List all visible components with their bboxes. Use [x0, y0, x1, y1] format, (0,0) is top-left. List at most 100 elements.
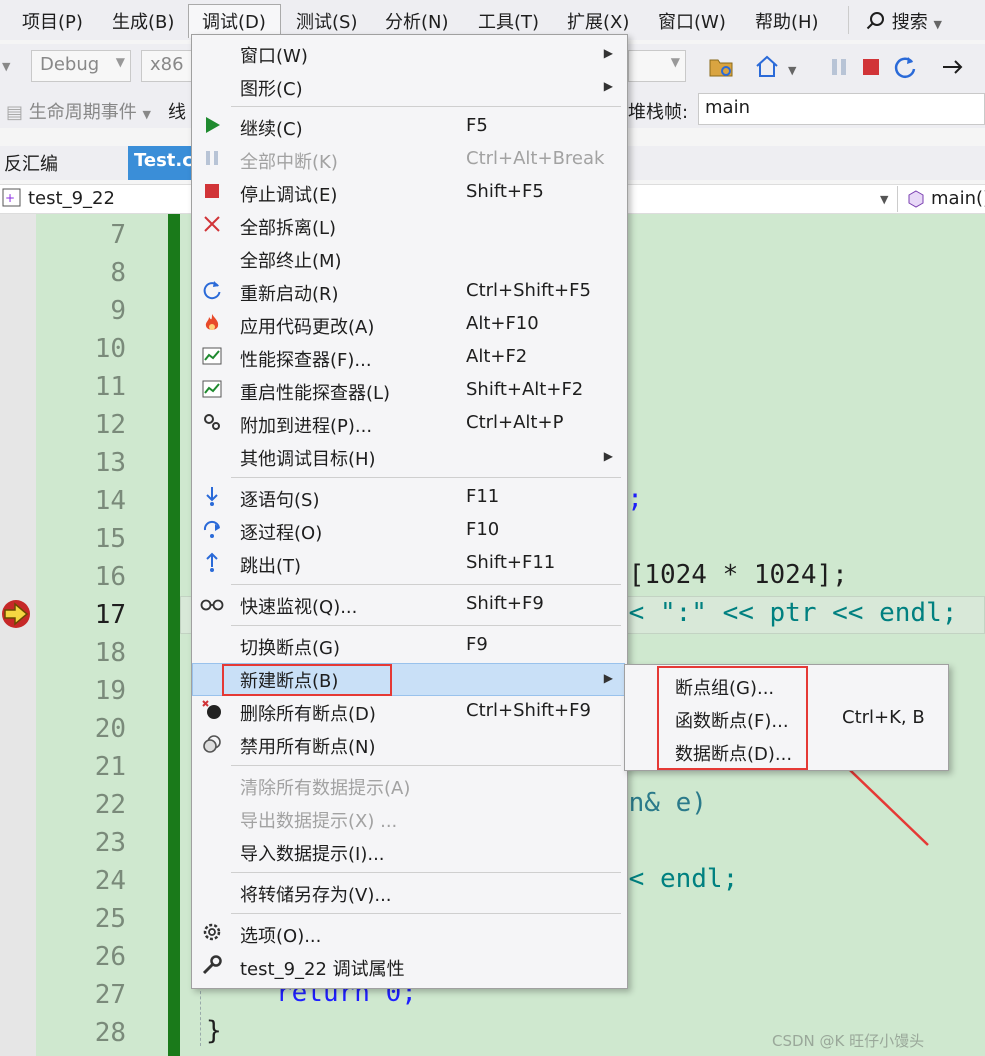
- menu-tools[interactable]: 工具(T): [478, 8, 539, 34]
- chevron-down-icon[interactable]: ▼: [788, 64, 796, 77]
- execution-pointer-icon: [0, 598, 34, 630]
- menu-item-relaunch-profiler[interactable]: 重启性能探查器(L) Shift+Alt+F2: [192, 374, 627, 407]
- menu-item-performance-profiler[interactable]: 性能探查器(F)... Alt+F2: [192, 341, 627, 374]
- pause-icon: [200, 147, 224, 171]
- show-next-statement-icon[interactable]: [940, 54, 966, 80]
- delete-breakpoints-icon: [200, 699, 224, 723]
- watermark: CSDN @K 旺仔小馒头: [772, 1032, 925, 1050]
- pause-icon[interactable]: [826, 54, 852, 80]
- process-combo[interactable]: ▼: [628, 50, 686, 82]
- menu-item-export-datatips[interactable]: 导出数据提示(X) ...: [192, 802, 627, 835]
- line-number: 8: [110, 258, 126, 288]
- menu-item-apply-code-changes[interactable]: 应用代码更改(A) Alt+F10: [192, 308, 627, 341]
- line-number: 17: [94, 600, 126, 630]
- glyph-margin[interactable]: [0, 214, 36, 1056]
- menu-item-label: 重启性能探查器(L): [240, 383, 391, 404]
- platform-value: x86: [150, 54, 184, 75]
- menu-build[interactable]: 生成(B): [112, 8, 174, 34]
- menu-item-step-into[interactable]: 逐语句(S) F11: [192, 481, 627, 514]
- line-number: 16: [94, 562, 126, 592]
- chevron-down-icon: ▼: [933, 18, 942, 31]
- glasses-icon: [200, 592, 224, 616]
- menu-item-import-datatips[interactable]: 导入数据提示(I)...: [192, 835, 627, 868]
- step-over-icon: [200, 518, 224, 542]
- menu-item-label: 导入数据提示(I)...: [240, 844, 385, 865]
- menu-item-label: 重新启动(R): [240, 284, 339, 305]
- menu-item-label: 快速监视(Q)...: [240, 597, 358, 618]
- menu-item-toggle-breakpoint[interactable]: 切换断点(G) F9: [192, 629, 627, 662]
- menu-item-shortcut: Shift+F5: [466, 181, 544, 202]
- profiler-icon: [200, 378, 224, 402]
- detach-x-icon: [200, 213, 224, 237]
- line-number: 12: [94, 410, 126, 440]
- menu-item-shortcut: F5: [466, 115, 488, 136]
- search-button[interactable]: 搜索 ▼: [866, 8, 942, 34]
- folder-icon[interactable]: [708, 54, 734, 80]
- menu-test[interactable]: 测试(S): [296, 8, 357, 34]
- line-number: 21: [94, 752, 126, 782]
- menu-project[interactable]: 项目(P): [22, 8, 83, 34]
- stop-icon[interactable]: [858, 54, 884, 80]
- restart-icon[interactable]: [892, 54, 918, 80]
- menu-item-label: 图形(C): [240, 79, 303, 100]
- chevron-right-icon: ▶: [603, 671, 613, 685]
- chevron-down-icon[interactable]: ▼: [2, 60, 10, 73]
- menu-item-stop-debugging[interactable]: 停止调试(E) Shift+F5: [192, 176, 627, 209]
- stackframe-combo[interactable]: main: [698, 93, 985, 125]
- menu-item-label: 清除所有数据提示(A): [240, 778, 411, 799]
- menu-separator: [231, 872, 621, 873]
- menu-window[interactable]: 窗口(W): [658, 8, 726, 34]
- menu-item-restart[interactable]: 重新启动(R) Ctrl+Shift+F5: [192, 275, 627, 308]
- menu-item-clear-datatips[interactable]: 清除所有数据提示(A): [192, 769, 627, 802]
- menu-item-step-over[interactable]: 逐过程(O) F10: [192, 514, 627, 547]
- menu-item-label: 继续(C): [240, 119, 303, 140]
- lifecycle-events-button[interactable]: ▤ 生命周期事件 ▼: [6, 98, 151, 124]
- stop-icon: [200, 180, 224, 204]
- menu-item-step-out[interactable]: 跳出(T) Shift+F11: [192, 547, 627, 580]
- annotation-box-new-breakpoint: [222, 664, 392, 696]
- menu-item-shortcut: Shift+Alt+F2: [466, 379, 584, 400]
- line-number: 15: [94, 524, 126, 554]
- menu-analyze[interactable]: 分析(N): [385, 8, 449, 34]
- menu-item-window[interactable]: 窗口(W) ▶: [192, 37, 627, 70]
- menu-item-shortcut: F9: [466, 634, 488, 655]
- menu-separator: [231, 765, 621, 766]
- home-icon[interactable]: [754, 54, 780, 80]
- menu-item-other-debug-targets[interactable]: 其他调试目标(H) ▶: [192, 440, 627, 473]
- flame-icon: [200, 312, 224, 336]
- line-number: 13: [94, 448, 126, 478]
- menu-item-disable-all-breakpoints[interactable]: 禁用所有断点(N): [192, 728, 627, 761]
- menu-item-detach-all[interactable]: 全部拆离(L): [192, 209, 627, 242]
- menu-item-label: 删除所有断点(D): [240, 704, 376, 725]
- menu-separator: [231, 477, 621, 478]
- line-number: 14: [94, 486, 126, 516]
- menu-item-shortcut: Alt+F2: [466, 346, 528, 367]
- menu-item-debug-properties[interactable]: test_9_22 调试属性: [192, 950, 627, 983]
- profiler-icon: [200, 345, 224, 369]
- platform-combo[interactable]: x86: [141, 50, 193, 82]
- config-combo[interactable]: Debug ▼: [31, 50, 131, 82]
- menu-item-break-all[interactable]: 全部中断(K) Ctrl+Alt+Break: [192, 143, 627, 176]
- menu-item-attach-to-process[interactable]: 附加到进程(P)... Ctrl+Alt+P: [192, 407, 627, 440]
- menu-item-label: 全部拆离(L): [240, 218, 337, 239]
- nav-function[interactable]: main(): [931, 188, 985, 209]
- submenu-function-breakpoint-shortcut: Ctrl+K, B: [842, 707, 925, 728]
- menu-extensions[interactable]: 扩展(X): [567, 8, 629, 34]
- menu-help[interactable]: 帮助(H): [755, 8, 819, 34]
- menu-item-quickwatch[interactable]: 快速监视(Q)... Shift+F9: [192, 588, 627, 621]
- menu-item-shortcut: Ctrl+Alt+P: [466, 412, 564, 433]
- menu-item-delete-all-breakpoints[interactable]: 删除所有断点(D) Ctrl+Shift+F9: [192, 695, 627, 728]
- lifecycle-label: 生命周期事件: [28, 102, 137, 123]
- menu-item-terminate-all[interactable]: 全部终止(M): [192, 242, 627, 275]
- line-number: 19: [94, 676, 126, 706]
- menu-item-continue[interactable]: 继续(C) F5: [192, 110, 627, 143]
- menu-item-shortcut: Ctrl+Shift+F9: [466, 700, 591, 721]
- menu-item-options[interactable]: 选项(O)...: [192, 917, 627, 950]
- menu-debug[interactable]: 调试(D): [202, 8, 266, 34]
- menu-item-save-dump[interactable]: 将转储另存为(V)...: [192, 876, 627, 909]
- menu-item-graphics[interactable]: 图形(C) ▶: [192, 70, 627, 103]
- nav-project[interactable]: test_9_22: [28, 188, 115, 209]
- chevron-down-icon[interactable]: ▼: [880, 193, 888, 206]
- tab-disassembly[interactable]: 反汇编: [4, 150, 58, 176]
- tab-test-cpp[interactable]: Test.cpp: [128, 146, 198, 180]
